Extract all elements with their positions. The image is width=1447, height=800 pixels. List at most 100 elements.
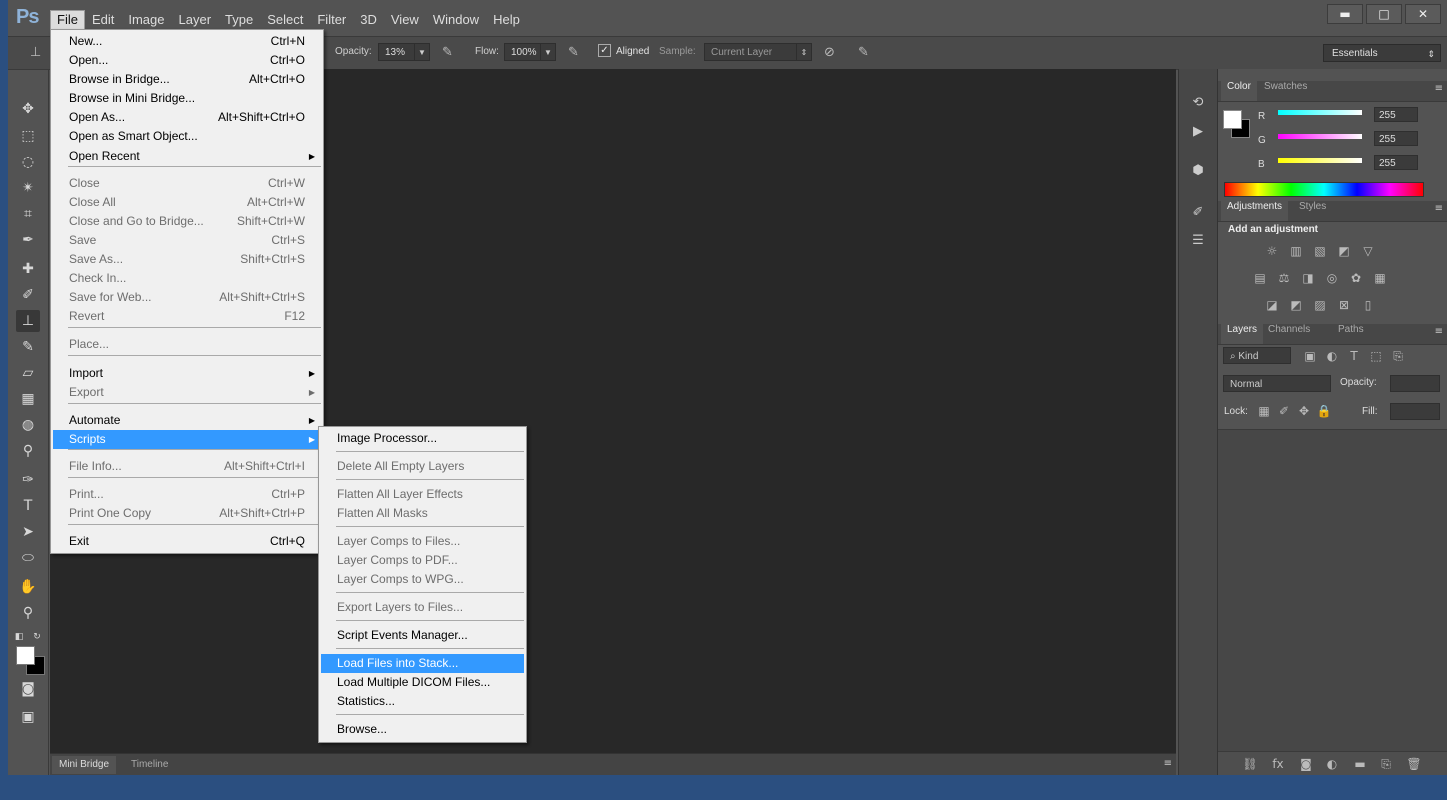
maximize-button[interactable]: □ <box>1366 4 1402 24</box>
panel-menu-icon[interactable]: ≡ <box>1435 203 1443 214</box>
tab-layers[interactable]: Layers <box>1221 324 1264 344</box>
chevron-updown-icon[interactable]: ⇕ <box>796 44 811 60</box>
panel-menu-icon[interactable]: ≡ <box>1164 758 1172 769</box>
foreground-color-swatch[interactable] <box>16 646 35 665</box>
file-menu-item[interactable]: Import ▶ <box>53 364 321 383</box>
menu-edit[interactable]: Edit <box>85 10 121 30</box>
clone-stamp-preset-icon[interactable]: ⊥ <box>30 45 41 60</box>
link-layers-icon[interactable]: ⛓ <box>1242 756 1258 772</box>
file-menu-item[interactable]: Open As... Alt+Shift+Ctrl+O <box>53 108 321 127</box>
blend-mode-select[interactable]: Normal <box>1223 375 1331 392</box>
file-menu-item[interactable]: Open as Smart Object... <box>53 127 321 146</box>
airbrush-icon[interactable]: ✎ <box>568 45 579 60</box>
sample-select[interactable]: Current Layer ⇕ <box>704 43 812 61</box>
lock-pixels-icon[interactable]: ✐ <box>1276 403 1292 419</box>
eyedropper-tool-icon[interactable]: ✒ <box>16 229 40 251</box>
tab-styles[interactable]: Styles <box>1293 201 1332 221</box>
foreground-color-swatch[interactable] <box>1223 110 1242 129</box>
actions-play-icon[interactable]: ▶ <box>1188 124 1208 142</box>
channel-mixer-icon[interactable]: ✿ <box>1348 270 1364 286</box>
exposure-icon[interactable]: ◩ <box>1336 243 1352 259</box>
channel-b-slider[interactable] <box>1278 158 1362 163</box>
blur-tool-icon[interactable]: ◍ <box>16 414 40 436</box>
tab-swatches[interactable]: Swatches <box>1258 81 1313 101</box>
delete-layer-icon[interactable]: 🗑 <box>1406 756 1422 772</box>
scripts-menu-item[interactable]: Load Files into Stack... <box>321 654 524 673</box>
filter-shape-icon[interactable]: ⬚ <box>1368 348 1384 364</box>
threshold-icon[interactable]: ▨ <box>1312 297 1328 313</box>
default-colors-icon[interactable]: ◧ <box>12 626 26 648</box>
menu-image[interactable]: Image <box>121 10 171 30</box>
flow-field[interactable]: 100% ▼ <box>504 43 556 61</box>
scripts-menu-item[interactable]: Browse... <box>321 720 524 739</box>
filter-pixel-icon[interactable]: ▣ <box>1302 348 1318 364</box>
3d-icon[interactable]: ⬢ <box>1188 163 1208 181</box>
opacity-field[interactable]: 13% ▼ <box>378 43 430 61</box>
healing-brush-tool-icon[interactable]: ✚ <box>16 258 40 280</box>
close-button[interactable]: ✕ <box>1405 4 1441 24</box>
shape-tool-icon[interactable]: ⬭ <box>16 547 40 569</box>
history-brush-tool-icon[interactable]: ✎ <box>16 336 40 358</box>
file-menu-item[interactable]: Open Recent ▶ <box>53 147 321 166</box>
menu-3d[interactable]: 3D <box>353 10 384 30</box>
channel-g-value[interactable]: 255 <box>1374 131 1418 146</box>
zoom-tool-icon[interactable]: ⚲ <box>16 602 40 624</box>
brightness-contrast-icon[interactable]: ☼ <box>1264 243 1280 259</box>
invert-icon[interactable]: ◪ <box>1264 297 1280 313</box>
history-icon[interactable]: ⟲ <box>1188 95 1208 113</box>
new-layer-icon[interactable]: ⎘ <box>1378 756 1394 772</box>
file-menu-item[interactable]: Browse in Mini Bridge... <box>53 89 321 108</box>
scripts-menu-item[interactable]: Image Processor... <box>321 429 524 448</box>
file-menu-item[interactable]: New... Ctrl+N <box>53 32 321 51</box>
quick-mask-icon[interactable]: ◙ <box>16 678 40 700</box>
black-white-icon[interactable]: ◨ <box>1300 270 1316 286</box>
curves-icon[interactable]: ▧ <box>1312 243 1328 259</box>
gradient-map-icon[interactable]: ⊠ <box>1336 297 1352 313</box>
clone-stamp-tool-icon[interactable]: ⊥ <box>16 310 40 332</box>
menu-type[interactable]: Type <box>218 10 260 30</box>
levels-icon[interactable]: ▥ <box>1288 243 1304 259</box>
filter-smart-object-icon[interactable]: ⎘ <box>1390 348 1406 364</box>
filter-type-icon[interactable]: T <box>1346 348 1362 364</box>
file-menu-item[interactable]: Open... Ctrl+O <box>53 51 321 70</box>
layer-style-fx-icon[interactable]: fx <box>1270 756 1286 772</box>
hand-tool-icon[interactable]: ✋ <box>16 576 40 598</box>
tab-channels[interactable]: Channels <box>1262 324 1316 344</box>
dodge-tool-icon[interactable]: ⚲ <box>16 440 40 462</box>
path-selection-tool-icon[interactable]: ➤ <box>16 521 40 543</box>
add-mask-icon[interactable]: ◙ <box>1298 756 1314 772</box>
selective-color-icon[interactable]: ▯ <box>1360 297 1376 313</box>
gradient-tool-icon[interactable]: ▦ <box>16 388 40 410</box>
menu-select[interactable]: Select <box>260 10 310 30</box>
pressure-opacity-icon[interactable]: ✎ <box>442 45 453 60</box>
color-spectrum-bar[interactable] <box>1224 182 1424 197</box>
photo-filter-icon[interactable]: ◎ <box>1324 270 1340 286</box>
aligned-checkbox[interactable]: ✓ <box>598 44 611 57</box>
chevron-down-icon[interactable]: ▼ <box>414 44 429 60</box>
menu-help[interactable]: Help <box>486 10 527 30</box>
tab-mini-bridge[interactable]: Mini Bridge <box>52 756 117 774</box>
tab-adjustments[interactable]: Adjustments <box>1221 201 1289 221</box>
menu-view[interactable]: View <box>384 10 426 30</box>
layer-filter-kind[interactable]: ⌕ Kind <box>1223 347 1291 364</box>
scripts-menu-item[interactable]: Script Events Manager... <box>321 626 524 645</box>
tab-timeline[interactable]: Timeline <box>124 756 175 774</box>
channel-r-value[interactable]: 255 <box>1374 107 1418 122</box>
pen-tool-icon[interactable]: ✑ <box>16 469 40 491</box>
file-menu-item[interactable]: Scripts ▶ <box>53 430 321 449</box>
scripts-menu-item[interactable]: Statistics... <box>321 692 524 711</box>
hue-saturation-icon[interactable]: ▤ <box>1252 270 1268 286</box>
brush-presets-icon[interactable]: ✐ <box>1188 205 1208 223</box>
minimize-button[interactable]: ▬ <box>1327 4 1363 24</box>
channel-b-value[interactable]: 255 <box>1374 155 1418 170</box>
crop-tool-icon[interactable]: ⌗ <box>16 203 40 225</box>
panel-menu-icon[interactable]: ≡ <box>1435 326 1443 337</box>
channel-r-slider[interactable] <box>1278 110 1362 115</box>
tab-paths[interactable]: Paths <box>1332 324 1370 344</box>
chevron-down-icon[interactable]: ▼ <box>540 44 555 60</box>
screen-mode-icon[interactable]: ▣ <box>16 706 40 728</box>
channel-g-slider[interactable] <box>1278 134 1362 139</box>
lock-all-icon[interactable]: 🔒 <box>1316 403 1332 419</box>
workspace-switcher[interactable]: Essentials ⇕ <box>1323 44 1441 62</box>
type-tool-icon[interactable]: T <box>16 495 40 517</box>
